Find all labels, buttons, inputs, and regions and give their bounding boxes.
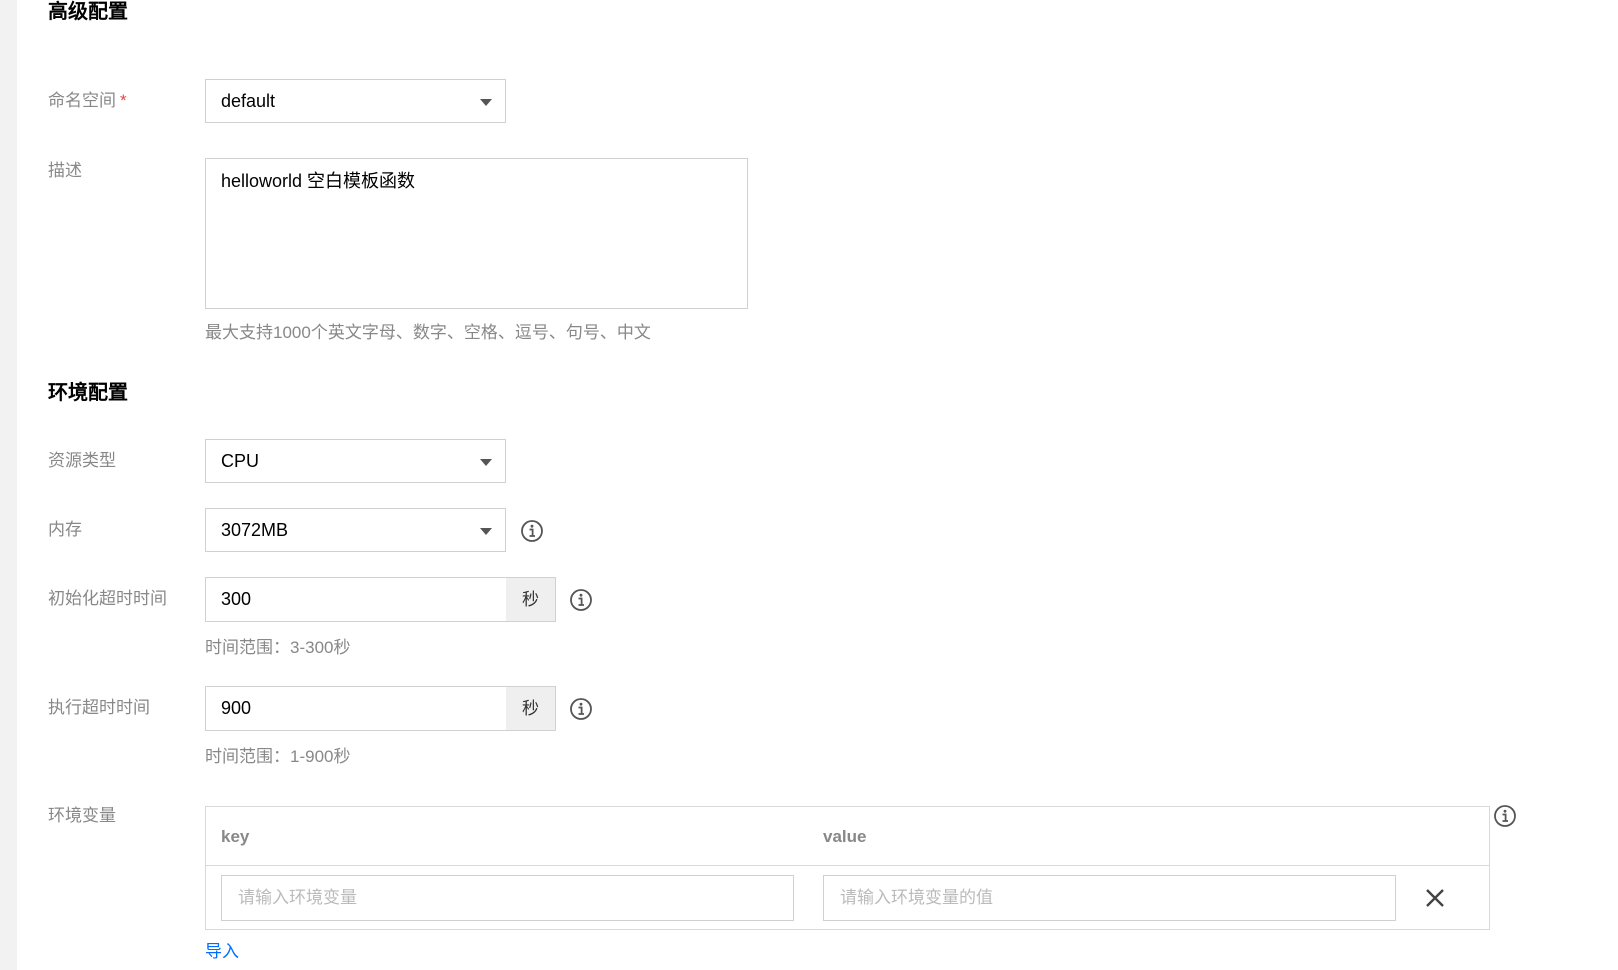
exec-timeout-hint: 时间范围：1-900秒 bbox=[205, 747, 351, 766]
init-timeout-label: 初始化超时时间 bbox=[48, 589, 167, 608]
exec-timeout-value: 900 bbox=[221, 698, 252, 718]
init-timeout-unit: 秒 bbox=[506, 577, 556, 622]
init-timeout-hint: 时间范围：3-300秒 bbox=[205, 638, 351, 657]
info-circle-icon[interactable] bbox=[569, 697, 593, 721]
description-label: 描述 bbox=[48, 161, 82, 180]
resource-type-select[interactable]: CPU bbox=[205, 439, 506, 483]
env-vars-table: key value 请输入环境变量 请输入环境变量的值 bbox=[205, 806, 1490, 930]
section-title-environment: 环境配置 bbox=[48, 382, 128, 404]
caret-down-icon bbox=[480, 528, 492, 535]
import-link[interactable]: 导入 bbox=[205, 941, 239, 963]
description-value: helloworld 空白模板函数 bbox=[221, 171, 416, 191]
env-vars-label: 环境变量 bbox=[48, 806, 116, 825]
section-title-advanced: 高级配置 bbox=[48, 1, 128, 23]
description-textarea[interactable]: helloworld 空白模板函数 bbox=[205, 158, 748, 309]
memory-value: 3072MB bbox=[221, 520, 289, 540]
env-value-input[interactable]: 请输入环境变量的值 bbox=[823, 875, 1396, 921]
resource-type-label: 资源类型 bbox=[48, 451, 116, 470]
caret-down-icon bbox=[480, 459, 492, 466]
close-icon[interactable] bbox=[1424, 887, 1446, 909]
namespace-value: default bbox=[221, 91, 276, 111]
left-panel-edge bbox=[0, 0, 17, 970]
env-key-input[interactable]: 请输入环境变量 bbox=[221, 875, 794, 921]
memory-select[interactable]: 3072MB bbox=[205, 508, 506, 552]
init-timeout-value: 300 bbox=[221, 589, 252, 609]
memory-label: 内存 bbox=[48, 520, 82, 539]
exec-timeout-input[interactable]: 900 bbox=[205, 686, 507, 731]
caret-down-icon bbox=[480, 99, 492, 106]
namespace-select[interactable]: default bbox=[205, 79, 506, 123]
resource-type-value: CPU bbox=[221, 451, 260, 471]
required-mark: * bbox=[120, 91, 127, 110]
env-col-value: value bbox=[823, 827, 867, 846]
info-circle-icon[interactable] bbox=[520, 519, 544, 543]
namespace-label: 命名空间 * bbox=[48, 91, 127, 110]
exec-timeout-label: 执行超时时间 bbox=[48, 698, 150, 717]
env-vars-header: key value bbox=[206, 807, 1489, 866]
env-col-key: key bbox=[221, 827, 250, 846]
info-circle-icon[interactable] bbox=[1493, 804, 1517, 828]
init-timeout-input[interactable]: 300 bbox=[205, 577, 507, 622]
description-hint: 最大支持1000个英文字母、数字、空格、逗号、句号、中文 bbox=[205, 323, 651, 342]
info-circle-icon[interactable] bbox=[569, 588, 593, 612]
exec-timeout-unit: 秒 bbox=[506, 686, 556, 731]
